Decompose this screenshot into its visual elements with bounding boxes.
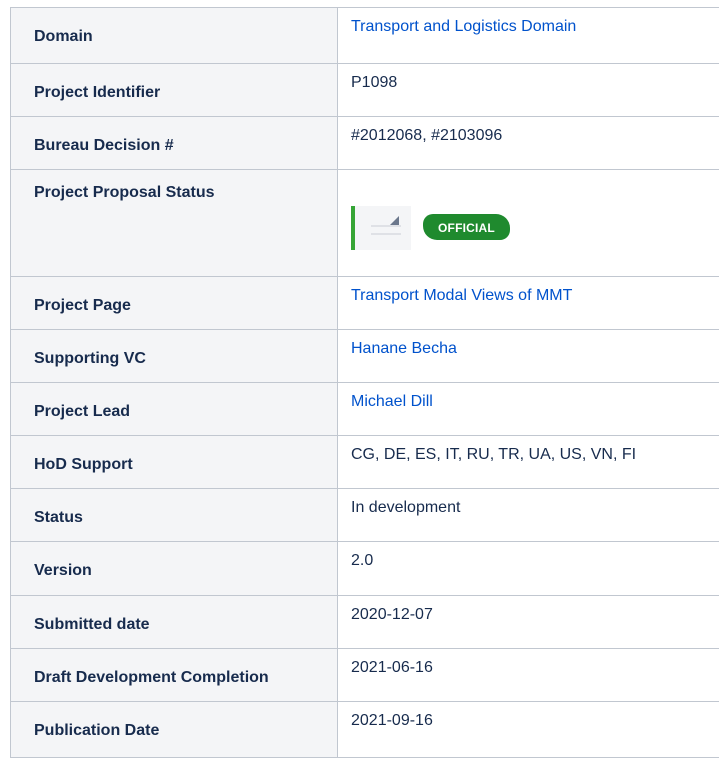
row-header: Bureau Decision #: [10, 116, 338, 170]
row-value-cell: 2020-12-07: [337, 595, 719, 649]
table-row-supporting-vc: Supporting VC Hanane Becha: [10, 329, 719, 383]
row-header: Publication Date: [10, 701, 338, 758]
row-value-cell: 2021-09-16: [337, 701, 719, 758]
row-value-cell: 2021-06-16: [337, 648, 719, 702]
row-header: Domain: [10, 7, 338, 64]
row-header: Supporting VC: [10, 329, 338, 383]
row-label: Project Proposal Status: [34, 184, 215, 201]
row-label: Version: [34, 562, 92, 579]
row-value-cell: Transport Modal Views of MMT: [337, 276, 719, 330]
row-label: Draft Development Completion: [34, 669, 269, 686]
row-header: Project Identifier: [10, 63, 338, 117]
row-label: Status: [34, 509, 83, 526]
row-value-cell: P1098: [337, 63, 719, 117]
row-value-cell: Michael Dill: [337, 382, 719, 436]
row-value: P1098: [351, 74, 398, 91]
table-row-submitted-date: Submitted date 2020-12-07: [10, 595, 719, 649]
table-row-version: Version 2.0: [10, 541, 719, 596]
row-label: HoD Support: [34, 456, 133, 473]
row-label: Bureau Decision #: [34, 137, 174, 154]
row-label: Supporting VC: [34, 350, 146, 367]
row-header: Project Lead: [10, 382, 338, 436]
supporting-vc-link[interactable]: Hanane Becha: [351, 340, 457, 357]
table-row-project-lead: Project Lead Michael Dill: [10, 382, 719, 436]
row-header: Project Proposal Status: [10, 169, 338, 277]
row-value: In development: [351, 499, 461, 516]
domain-link[interactable]: Transport and Logistics Domain: [351, 18, 576, 35]
row-header: Status: [10, 488, 338, 542]
table-row-draft-completion: Draft Development Completion 2021-06-16: [10, 648, 719, 702]
row-value: #2012068, #2103096: [351, 127, 503, 144]
table-row-proposal-status: Project Proposal Status OFFICIAL: [10, 169, 719, 277]
row-header: Draft Development Completion: [10, 648, 338, 702]
project-page-link[interactable]: Transport Modal Views of MMT: [351, 287, 572, 304]
project-info-table: Domain Transport and Logistics Domain Pr…: [10, 7, 719, 758]
row-label: Submitted date: [34, 616, 150, 633]
row-value-cell: #2012068, #2103096: [337, 116, 719, 170]
row-label: Publication Date: [34, 722, 160, 739]
row-label: Domain: [34, 28, 93, 45]
table-row-status: Status In development: [10, 488, 719, 542]
table-row-bureau-decision: Bureau Decision # #2012068, #2103096: [10, 116, 719, 170]
project-info-table-wrapper: Domain Transport and Logistics Domain Pr…: [10, 7, 719, 758]
table-row-publication-date: Publication Date 2021-09-16: [10, 701, 719, 758]
document-thumbnail-icon[interactable]: [351, 206, 411, 250]
project-lead-link[interactable]: Michael Dill: [351, 393, 433, 410]
official-status-badge: OFFICIAL: [423, 214, 510, 240]
row-value: 2021-09-16: [351, 712, 433, 729]
row-value: CG, DE, ES, IT, RU, TR, UA, US, VN, FI: [351, 446, 637, 463]
row-value-cell: Hanane Becha: [337, 329, 719, 383]
row-value-cell: OFFICIAL: [337, 169, 719, 277]
table-row-project-page: Project Page Transport Modal Views of MM…: [10, 276, 719, 330]
row-value: 2.0: [351, 552, 374, 569]
row-header: Submitted date: [10, 595, 338, 649]
row-header: Version: [10, 541, 338, 596]
row-value-cell: CG, DE, ES, IT, RU, TR, UA, US, VN, FI: [337, 435, 719, 489]
row-value-cell: 2.0: [337, 541, 719, 596]
table-row-project-identifier: Project Identifier P1098: [10, 63, 719, 117]
row-value: 2020-12-07: [351, 606, 433, 623]
row-label: Project Identifier: [34, 84, 161, 101]
table-row-hod-support: HoD Support CG, DE, ES, IT, RU, TR, UA, …: [10, 435, 719, 489]
row-label: Project Page: [34, 297, 131, 314]
table-row-domain: Domain Transport and Logistics Domain: [10, 7, 719, 64]
row-header: Project Page: [10, 276, 338, 330]
row-value-cell: In development: [337, 488, 719, 542]
row-value: 2021-06-16: [351, 659, 433, 676]
row-label: Project Lead: [34, 403, 131, 420]
row-header: HoD Support: [10, 435, 338, 489]
row-value-cell: Transport and Logistics Domain: [337, 7, 719, 64]
